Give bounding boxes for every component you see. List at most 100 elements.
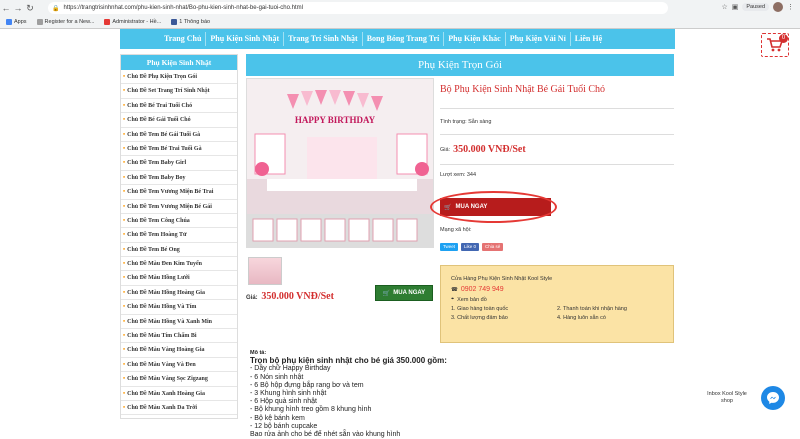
page-icon [36,19,43,25]
menu-icon[interactable]: ⋮ [787,3,794,11]
bullet-icon: • [123,189,126,196]
bullet-icon: • [123,347,126,354]
bullet-icon: • [123,232,126,239]
category-label: Chủ Đề Tem Vương Miện Bé Trai [127,189,214,196]
main-navigation: Trang Chủ Phụ Kiện Sinh Nhật Trang Trí S… [120,29,675,49]
sidebar-category-item[interactable]: • Chủ Đề Màu Đen Kim Tuyến [121,257,237,272]
phone-line: ☎ 0902 749 949 [451,286,663,293]
sidebar-category-item[interactable]: • Chủ Đề Tem Bé Ong [121,243,237,258]
cart-button[interactable]: 0 [761,33,789,57]
bullet-icon: • [123,304,126,311]
sidebar-category-item[interactable]: • Chủ Đề Màu Hồng Lưới [121,271,237,286]
reload-icon[interactable]: ↻ [24,3,36,14]
category-label: Chủ Đề Tem Công Chúa [127,217,190,224]
sidebar-category-item[interactable]: • Chủ Đề Màu Vàng Hoàng Gia [121,343,237,358]
phone-number[interactable]: 0902 749 949 [461,286,504,293]
product-title: Bộ Phụ Kiện Sinh Nhật Bé Gái Tuổi Chó [440,84,606,95]
bullet-icon: • [123,390,126,397]
category-label: Chủ Đề Set Trang Trí Sinh Nhật [127,88,210,95]
extension-icon[interactable]: ▣ [732,3,739,11]
bookmark-notifications[interactable]: 1 Thông báo [171,19,210,25]
bookmark-apps[interactable]: Apps [6,19,27,25]
social-label: Mạng xã hội: [440,227,472,233]
sidebar-category-item[interactable]: • Chủ Đề Tem Hoàng Tử [121,228,237,243]
price-label: Giá: [440,146,451,153]
sidebar-category-item[interactable]: • Chủ Đề Màu Hồng Và Xanh Min [121,315,237,330]
sidebar-category-item[interactable]: • Chủ Đề Set Trang Trí Sinh Nhật [121,84,237,99]
share-button[interactable]: Chia sẻ [482,243,504,251]
profile-avatar[interactable] [773,2,783,12]
sidebar-category-item[interactable]: • Chủ Đề Màu Vàng Sọc Zigzang [121,372,237,387]
product-image[interactable]: HAPPY BIRTHDAY [246,78,434,248]
star-icon[interactable]: ☆ [721,3,727,11]
category-list: • Chủ Đề Phụ Kiện Trọn Gói • Chủ Đề Set Tra… [121,70,237,416]
sidebar-title: Phụ Kiện Sinh Nhật [121,55,237,70]
category-label: Chủ Đề Màu Vàng Sọc Zigzang [127,376,208,383]
bullet-icon: • [123,117,126,124]
category-label: Chủ Đề Bé Trai Tuổi Chó [127,102,193,109]
nav-balloons[interactable]: Bong Bóng Trang Trí [363,32,445,46]
map-line: ⌖ Xem bản đồ [451,296,663,303]
nav-birthday-decor[interactable]: Trang Trí Sinh Nhật [284,32,363,46]
sidebar-category-item[interactable]: • Chủ Đề Tem Baby Girl [121,156,237,171]
url-text: https://trangtrisinhnhat.com/phu-kien-si… [63,5,303,11]
nav-other-accessories[interactable]: Phụ Kiện Khác [444,32,506,46]
bullet-icon: • [123,261,126,268]
bullet-icon: • [123,289,126,296]
sidebar-category-item[interactable]: • Chủ Đề Màu Hồng Hoàng Gia [121,286,237,301]
description-line: - 3 Khung hình sinh nhật [250,390,327,398]
buy-now-button-small[interactable]: 🛒 MUA NGAY [375,285,433,301]
bullet-icon: • [123,145,126,152]
status-value: Sẵn sàng [468,118,492,125]
description-line: - 12 bộ bánh cupcake [250,422,318,430]
left-price-label: Giá: [246,295,258,301]
product-thumbnail[interactable] [248,257,282,285]
cart-count-badge: 0 [779,34,788,43]
sidebar-category-item[interactable]: • Chủ Đề Màu Vàng Và Đen [121,358,237,373]
sidebar-category-item[interactable]: • Chủ Đề Tem Baby Boy [121,171,237,186]
bookmark-admin[interactable]: Administrator - Hề... [104,19,161,25]
bookmarks-bar: Apps Register for a New... Administrator… [0,16,800,28]
map-link[interactable]: Xem bản đồ [457,297,487,303]
category-label: Chủ Đề Màu Hồng Hoàng Gia [127,289,205,296]
bookmark-register[interactable]: Register for a New... [36,19,94,25]
bullet-icon: • [123,203,126,210]
category-label: Chủ Đề Bé Gái Tuổi Chó [127,117,191,124]
like-button[interactable]: Like 0 [461,243,480,251]
category-label: Chủ Đề Tem Vương Miện Bé Gái [127,203,212,210]
tweet-button[interactable]: Tweet [440,243,459,251]
sidebar-category-item[interactable]: • Chủ Đề Màu Xanh Da Trời [121,401,237,416]
cart-icon: 🛒 [382,290,391,297]
sidebar-category-item[interactable]: • Chủ Đề Bé Gái Tuổi Chó [121,113,237,128]
product-photo-illustration: HAPPY BIRTHDAY [247,79,433,247]
sidebar-category-item[interactable]: • Chủ Đề Tem Công Chúa [121,214,237,229]
category-label: Chủ Đề Tem Bé Trai Tuổi Gà [127,145,202,152]
category-label: Chủ Đề Phụ Kiện Trọn Gói [127,74,198,80]
status-label: Tình trạng: [440,118,467,125]
sidebar-category-item[interactable]: • Chủ Đề Bé Trai Tuổi Chó [121,99,237,114]
store-info-box: Cửa Hàng Phụ Kiện Sinh Nhật Kool Style ☎… [440,265,674,343]
back-icon[interactable]: ← [0,3,12,13]
sidebar-category-item[interactable]: • Chủ Đề Màu Xanh Hoàng Gia [121,387,237,401]
nav-felt-accessories[interactable]: Phụ Kiện Vải Nỉ [506,32,571,46]
paused-badge[interactable]: Paused [742,3,769,11]
happy-birthday-banner: HAPPY BIRTHDAY [295,115,376,125]
address-bar[interactable]: 🔒 https://trangtrisinhnhat.com/phu-kien-… [48,2,668,14]
bullet-icon: • [123,376,126,383]
sidebar-category-item[interactable]: • Chủ Đề Tem Bé Gái Tuổi Gà [121,128,237,142]
store-title: Cửa Hàng Phụ Kiện Sinh Nhật Kool Style [451,276,553,282]
sidebar-category-item[interactable]: • Chủ Đề Màu Tím Chấm Bi [121,329,237,344]
browser-chrome: ← → ↻ 🔒 https://trangtrisinhnhat.com/phu… [0,0,800,29]
forward-icon[interactable]: → [12,3,24,13]
sidebar-category-item[interactable]: • Chủ Đề Tem Vương Miện Bé Trai [121,185,237,200]
messenger-button[interactable] [761,386,785,410]
nav-contact[interactable]: Liên Hệ [571,32,606,46]
buy-now-small-label: MUA NGAY [393,290,426,296]
sidebar-category-item[interactable]: • Chủ Đề Phụ Kiện Trọn Gói [121,70,237,85]
description-line: - 6 Bộ hộp đựng bắp rang bơ và tem [250,381,364,389]
sidebar-category-item[interactable]: • Chủ Đề Màu Hồng Và Tím [121,300,237,315]
nav-birthday-accessories[interactable]: Phụ Kiện Sinh Nhật [206,32,285,46]
nav-home[interactable]: Trang Chủ [160,32,207,46]
sidebar-category-item[interactable]: • Chủ Đề Tem Vương Miện Bé Gái [121,200,237,214]
sidebar-category-item[interactable]: • Chủ Đề Tem Bé Trai Tuổi Gà [121,142,237,157]
